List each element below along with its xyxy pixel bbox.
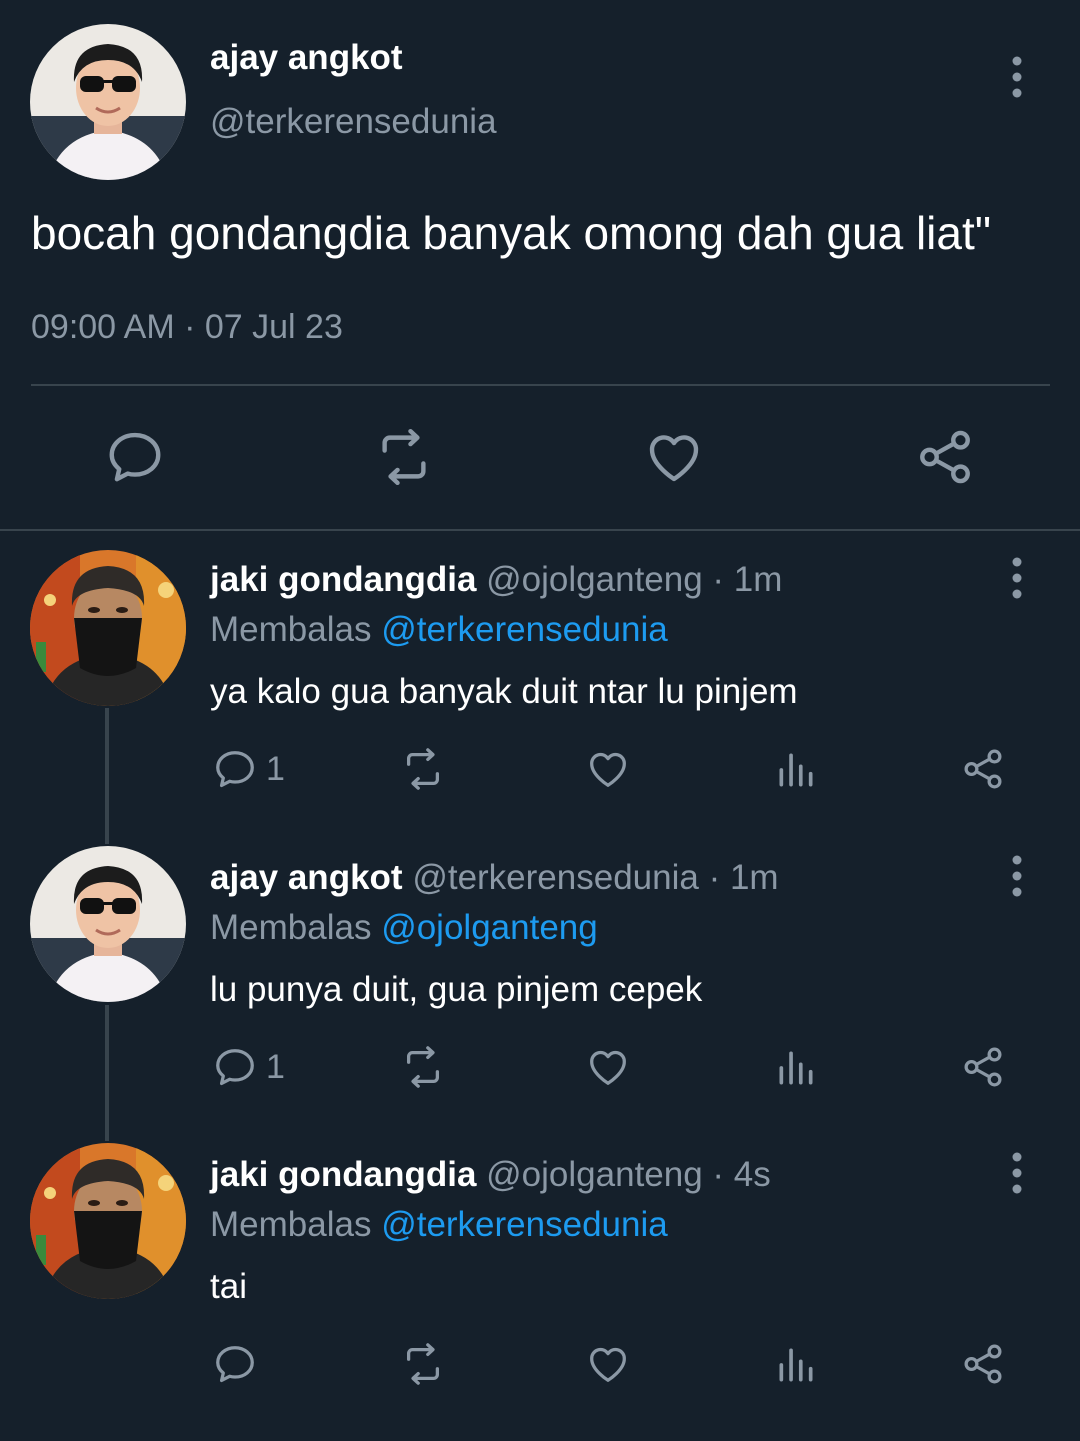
reply-icon	[212, 1044, 258, 1090]
reply-header: jaki gondangdia @ojolganteng · 1m	[210, 560, 782, 600]
replying-to-mention[interactable]: @ojolganteng	[381, 908, 598, 947]
like-icon	[585, 1044, 631, 1090]
like-icon	[585, 1341, 631, 1387]
like-button[interactable]	[643, 426, 705, 488]
retweet-icon	[398, 746, 448, 792]
replying-to: Membalas @ojolganteng	[210, 908, 598, 948]
replying-to-mention[interactable]: @terkerensedunia	[381, 1205, 668, 1244]
views-icon	[774, 1046, 818, 1090]
reply-icon	[212, 746, 258, 792]
section-divider	[0, 529, 1080, 531]
like-icon	[643, 426, 705, 488]
retweet-button[interactable]	[372, 426, 436, 488]
reply-button[interactable]: 1	[212, 746, 285, 792]
like-icon	[585, 746, 631, 792]
replying-prefix: Membalas	[210, 610, 372, 649]
reply-meta: @terkerensedunia · 1m	[412, 858, 779, 897]
reply-meta: @ojolganteng · 4s	[486, 1155, 771, 1194]
share-icon	[914, 426, 976, 488]
share-icon	[960, 1044, 1006, 1090]
share-button[interactable]	[960, 1044, 1006, 1090]
reply-icon	[212, 1341, 258, 1387]
reply-tweet[interactable]: ajay angkot @terkerensedunia · 1m Membal…	[0, 846, 1080, 1144]
views-button[interactable]	[774, 1343, 818, 1387]
views-icon	[774, 748, 818, 792]
reply-text: tai	[210, 1267, 247, 1306]
share-button[interactable]	[960, 746, 1006, 792]
replying-to-mention[interactable]: @terkerensedunia	[381, 610, 668, 649]
replying-to: Membalas @terkerensedunia	[210, 1205, 668, 1245]
tweet-text: bocah gondangdia banyak omong dah gua li…	[31, 207, 992, 259]
author-name[interactable]: ajay angkot	[210, 38, 403, 78]
retweet-icon	[398, 1341, 448, 1387]
reply-tweet[interactable]: jaki gondangdia @ojolganteng · 1m Membal…	[0, 548, 1080, 846]
author-avatar[interactable]	[30, 24, 186, 180]
retweet-icon	[398, 1044, 448, 1090]
like-button[interactable]	[585, 1341, 631, 1387]
reply-button[interactable]	[212, 1341, 266, 1387]
reply-meta: @ojolganteng · 1m	[486, 560, 783, 599]
reply-button[interactable]: 1	[212, 1044, 285, 1090]
reply-author-name[interactable]: jaki gondangdia	[210, 560, 476, 599]
retweet-icon	[372, 426, 436, 488]
divider	[31, 384, 1050, 386]
share-icon	[960, 1341, 1006, 1387]
retweet-button[interactable]	[398, 1341, 448, 1387]
more-options-icon[interactable]	[1007, 854, 1027, 898]
like-button[interactable]	[585, 746, 631, 792]
reply-avatar[interactable]	[30, 550, 186, 706]
reply-icon	[104, 426, 166, 488]
reply-author-name[interactable]: ajay angkot	[210, 858, 403, 897]
main-tweet: ajay angkot @terkerensedunia bocah gonda…	[0, 0, 1080, 530]
tweet-timestamp: 09:00 AM · 07 Jul 23	[31, 308, 343, 346]
retweet-button[interactable]	[398, 1044, 448, 1090]
views-button[interactable]	[774, 748, 818, 792]
reply-header: ajay angkot @terkerensedunia · 1m	[210, 858, 779, 898]
replying-prefix: Membalas	[210, 908, 372, 947]
more-options-icon[interactable]	[1007, 1151, 1027, 1195]
reply-count: 1	[266, 749, 285, 788]
author-handle[interactable]: @terkerensedunia	[210, 102, 497, 142]
reply-count: 1	[266, 1047, 285, 1086]
reply-text: lu punya duit, gua pinjem cepek	[210, 970, 703, 1009]
like-button[interactable]	[585, 1044, 631, 1090]
replying-to: Membalas @terkerensedunia	[210, 610, 668, 650]
more-options-icon[interactable]	[1007, 55, 1027, 99]
reply-header: jaki gondangdia @ojolganteng · 4s	[210, 1155, 771, 1195]
views-icon	[774, 1343, 818, 1387]
more-options-icon[interactable]	[1007, 556, 1027, 600]
reply-author-name[interactable]: jaki gondangdia	[210, 1155, 476, 1194]
share-button[interactable]	[914, 426, 976, 488]
share-icon	[960, 746, 1006, 792]
replying-prefix: Membalas	[210, 1205, 372, 1244]
reply-avatar[interactable]	[30, 1143, 186, 1299]
reply-text: ya kalo gua banyak duit ntar lu pinjem	[210, 672, 798, 711]
reply-tweet[interactable]: jaki gondangdia @ojolganteng · 4s Membal…	[0, 1143, 1080, 1441]
retweet-button[interactable]	[398, 746, 448, 792]
views-button[interactable]	[774, 1046, 818, 1090]
reply-button[interactable]	[104, 426, 166, 488]
share-button[interactable]	[960, 1341, 1006, 1387]
reply-avatar[interactable]	[30, 846, 186, 1002]
